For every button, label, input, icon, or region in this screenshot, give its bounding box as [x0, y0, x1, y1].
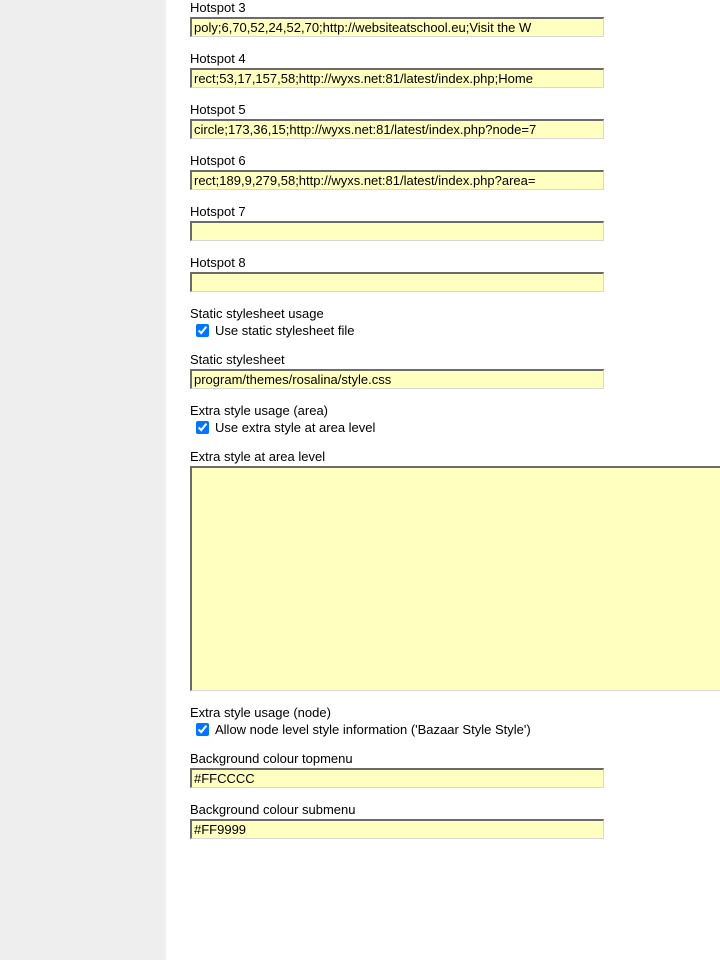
- field-bg-submenu: Background colour submenu: [190, 802, 720, 839]
- field-hotspot-8: Hotspot 8: [190, 255, 720, 292]
- form-main: Hotspot 3 Hotspot 4 Hotspot 5 Hotspot 6 Hots…: [166, 0, 720, 960]
- sidebar: [0, 0, 166, 960]
- label-static-stylesheet-usage: Static stylesheet usage: [190, 306, 720, 321]
- label-hotspot-8: Hotspot 8: [190, 255, 720, 270]
- checkbox-label-static-stylesheet-usage[interactable]: Use static stylesheet file: [215, 323, 354, 338]
- label-extra-style-area-usage: Extra style usage (area): [190, 403, 720, 418]
- input-bg-topmenu[interactable]: [190, 768, 604, 788]
- input-hotspot-6[interactable]: [190, 170, 604, 190]
- field-bg-topmenu: Background colour topmenu: [190, 751, 720, 788]
- field-hotspot-6: Hotspot 6: [190, 153, 720, 190]
- textarea-extra-style-area[interactable]: [190, 466, 720, 691]
- label-hotspot-4: Hotspot 4: [190, 51, 720, 66]
- label-extra-style-area: Extra style at area level: [190, 449, 720, 464]
- field-hotspot-5: Hotspot 5: [190, 102, 720, 139]
- input-hotspot-4[interactable]: [190, 68, 604, 88]
- label-extra-style-node-usage: Extra style usage (node): [190, 705, 720, 720]
- label-hotspot-7: Hotspot 7: [190, 204, 720, 219]
- field-hotspot-7: Hotspot 7: [190, 204, 720, 241]
- input-hotspot-7[interactable]: [190, 221, 604, 241]
- label-hotspot-6: Hotspot 6: [190, 153, 720, 168]
- field-static-stylesheet: Static stylesheet: [190, 352, 720, 389]
- checkbox-extra-style-node-usage[interactable]: [196, 723, 209, 736]
- checkbox-extra-style-area-usage[interactable]: [196, 421, 209, 434]
- label-hotspot-3: Hotspot 3: [190, 0, 720, 15]
- field-hotspot-4: Hotspot 4: [190, 51, 720, 88]
- input-hotspot-3[interactable]: [190, 17, 604, 37]
- field-static-stylesheet-usage: Static stylesheet usage Use static style…: [190, 306, 720, 338]
- field-extra-style-node-usage: Extra style usage (node) Allow node leve…: [190, 705, 720, 737]
- field-extra-style-area-usage: Extra style usage (area) Use extra style…: [190, 403, 720, 435]
- label-hotspot-5: Hotspot 5: [190, 102, 720, 117]
- input-hotspot-8[interactable]: [190, 272, 604, 292]
- label-static-stylesheet: Static stylesheet: [190, 352, 720, 367]
- label-bg-submenu: Background colour submenu: [190, 802, 720, 817]
- field-hotspot-3: Hotspot 3: [190, 0, 720, 37]
- checkbox-static-stylesheet-usage[interactable]: [196, 324, 209, 337]
- input-bg-submenu[interactable]: [190, 819, 604, 839]
- input-hotspot-5[interactable]: [190, 119, 604, 139]
- label-bg-topmenu: Background colour topmenu: [190, 751, 720, 766]
- input-static-stylesheet[interactable]: [190, 369, 604, 389]
- field-extra-style-area: Extra style at area level: [190, 449, 720, 691]
- checkbox-label-extra-style-area-usage[interactable]: Use extra style at area level: [215, 420, 375, 435]
- checkbox-label-extra-style-node-usage[interactable]: Allow node level style information ('Baz…: [215, 722, 531, 737]
